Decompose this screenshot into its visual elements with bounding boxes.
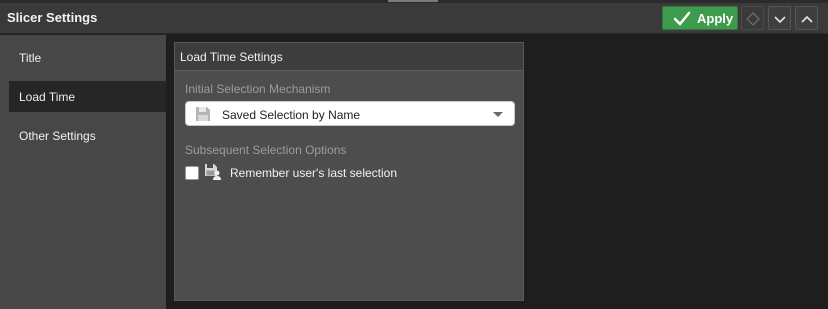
panel-header: Load Time Settings	[175, 43, 523, 71]
load-time-settings-panel: Load Time Settings Initial Selection Mec…	[174, 42, 524, 301]
move-up-button[interactable]	[795, 6, 818, 30]
sidebar-item-label: Load Time	[19, 90, 76, 104]
initial-selection-label: Initial Selection Mechanism	[185, 82, 331, 96]
sidebar-item-load-time[interactable]: Load Time	[9, 81, 166, 112]
settings-sidebar: Title Load Time Other Settings	[0, 35, 166, 309]
save-icon	[196, 107, 210, 121]
initial-selection-dropdown[interactable]: Saved Selection by Name	[185, 101, 515, 126]
chevron-up-icon	[801, 15, 813, 23]
tab-indicator	[388, 0, 438, 2]
subsequent-selection-label: Subsequent Selection Options	[185, 143, 347, 157]
apply-button[interactable]: Apply	[662, 6, 738, 30]
dropdown-arrow-icon	[493, 112, 503, 117]
panel-title: Load Time Settings	[180, 50, 283, 64]
apply-button-label: Apply	[697, 11, 734, 26]
checkmark-icon	[673, 11, 691, 26]
dialog-title: Slicer Settings	[7, 10, 98, 25]
settings-header: Slicer Settings Apply	[0, 3, 828, 34]
sidebar-item-label: Title	[19, 51, 42, 65]
sidebar-item-title[interactable]: Title	[9, 42, 166, 73]
sidebar-item-other-settings[interactable]: Other Settings	[9, 120, 166, 151]
remember-selection-label[interactable]: Remember user's last selection	[230, 166, 397, 180]
remember-selection-checkbox[interactable]	[185, 166, 199, 180]
move-down-button[interactable]	[768, 6, 791, 30]
diamond-icon	[746, 12, 760, 26]
initial-selection-value: Saved Selection by Name	[222, 108, 361, 122]
chevron-down-icon	[774, 16, 786, 24]
save-user-icon	[205, 164, 221, 180]
pin-button[interactable]	[741, 6, 764, 30]
sidebar-item-label: Other Settings	[19, 129, 96, 143]
